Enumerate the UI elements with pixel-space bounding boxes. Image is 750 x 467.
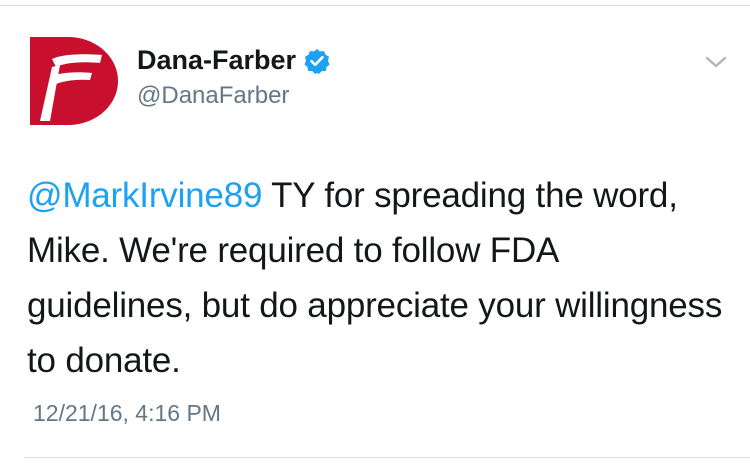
author-avatar[interactable] bbox=[30, 37, 118, 125]
display-name-text: Dana-Farber bbox=[137, 45, 297, 75]
tweet-menu-button[interactable] bbox=[704, 54, 728, 70]
author-display-name[interactable]: Dana-Farber bbox=[137, 45, 330, 76]
tweet-timestamp[interactable]: 12/21/16, 4:16 PM bbox=[33, 400, 221, 427]
verified-badge-icon bbox=[304, 48, 330, 74]
author-handle[interactable]: @DanaFarber bbox=[137, 82, 289, 110]
tweet-card: Dana-Farber @DanaFarber @MarkIrvine89 TY… bbox=[0, 0, 750, 467]
chevron-down-icon bbox=[705, 56, 727, 68]
mention-link[interactable]: @MarkIrvine89 bbox=[27, 176, 262, 215]
bottom-divider bbox=[25, 457, 750, 458]
dana-farber-logo-icon bbox=[30, 37, 118, 125]
tweet-text: @MarkIrvine89 TY for spreading the word,… bbox=[27, 168, 727, 388]
